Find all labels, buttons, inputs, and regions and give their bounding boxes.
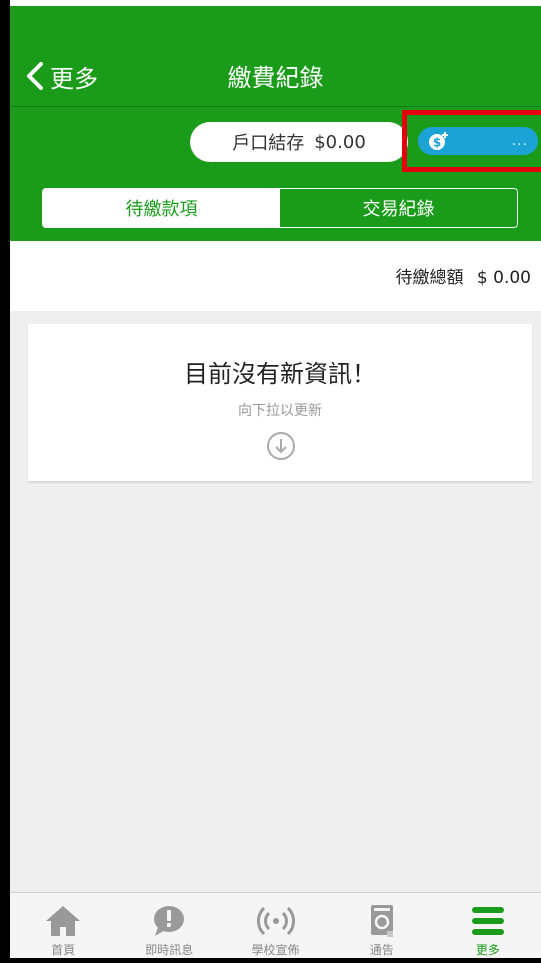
frame-left <box>0 0 10 963</box>
topup-button[interactable]: $ ... <box>418 127 538 155</box>
bottom-nav: 首頁 即時訊息 學校宣佈 通告 更多 <box>10 892 541 958</box>
tab-transactions[interactable]: 交易紀錄 <box>280 189 517 227</box>
nav-messages-label: 即時訊息 <box>145 943 194 957</box>
nav-notices-label: 通告 <box>369 943 394 957</box>
broadcast-icon <box>256 906 295 936</box>
tab-bar: 待繳款項 交易紀錄 <box>42 188 518 228</box>
nav-messages[interactable]: 即時訊息 <box>116 893 222 958</box>
svg-text:$: $ <box>433 136 441 150</box>
top-bar: 更多 繳費紀錄 <box>10 6 541 107</box>
home-icon <box>46 906 81 936</box>
pending-total: 待繳總額 $ 0.00 <box>396 263 531 288</box>
nav-notices[interactable]: 通告 <box>329 893 435 958</box>
balance-amount: $0.00 <box>314 131 366 153</box>
notice-icon <box>370 905 393 937</box>
pull-to-refresh-hint: 向下拉以更新 <box>238 403 322 419</box>
frame-top <box>0 0 541 4</box>
account-balance: 戶口結存 $0.00 <box>190 122 408 162</box>
pending-total-amount: $ 0.00 <box>476 268 531 288</box>
coin-plus-icon: $ <box>429 132 448 150</box>
empty-state-card: 目前沒有新資訊！ 向下拉以更新 <box>28 324 532 482</box>
page-title: 繳費紀錄 <box>227 64 324 92</box>
nav-home-label: 首頁 <box>51 943 76 957</box>
arrow-down-circle-icon <box>267 432 295 460</box>
pending-total-label: 待繳總額 <box>395 268 464 288</box>
app-screen: 更多 繳費紀錄 戶口結存 $0.00 $ ... 待繳款項 交易紀錄 待繳總額 … <box>10 6 541 958</box>
menu-icon <box>471 907 504 935</box>
nav-home[interactable]: 首頁 <box>10 893 116 958</box>
nav-more[interactable]: 更多 <box>435 893 541 958</box>
balance-label: 戶口結存 <box>232 133 305 154</box>
topup-dots: ... <box>511 133 528 149</box>
nav-announcements[interactable]: 學校宣佈 <box>222 893 328 958</box>
header: 更多 繳費紀錄 戶口結存 $0.00 $ ... 待繳款項 交易紀錄 <box>10 6 541 241</box>
nav-announcements-label: 學校宣佈 <box>251 943 300 957</box>
nav-more-label: 更多 <box>475 943 500 957</box>
message-alert-icon <box>154 906 185 936</box>
tab-pending[interactable]: 待繳款項 <box>43 189 280 227</box>
empty-title: 目前沒有新資訊！ <box>184 360 376 388</box>
total-bar: 待繳總額 $ 0.00 <box>10 241 541 311</box>
frame-bottom <box>0 958 541 963</box>
